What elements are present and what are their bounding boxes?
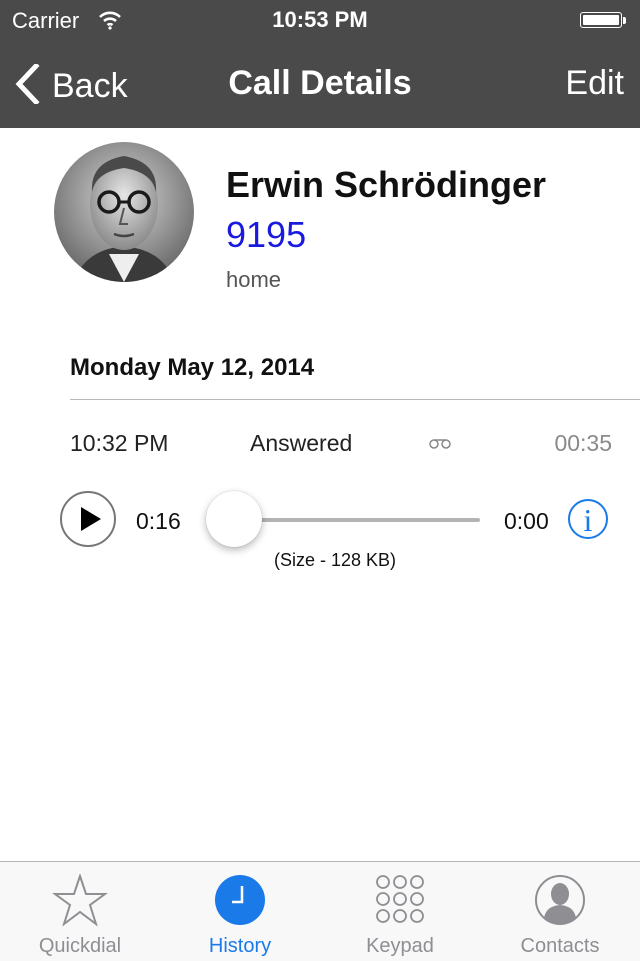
playback-slider-track[interactable] [234,518,480,522]
info-button[interactable]: i [568,499,608,539]
battery-tip [623,17,626,24]
tab-label: Quickdial [38,935,122,957]
status-time: 10:53 PM [272,7,368,32]
remaining-time: 0:00 [504,508,549,534]
star-icon [52,874,108,926]
call-status: Answered [250,430,353,456]
tab-history[interactable]: History [160,862,320,961]
contact-name: Erwin Schrödinger [226,164,547,205]
tab-quickdial[interactable]: Quickdial [0,862,160,961]
battery-icon [580,12,622,28]
play-button[interactable] [60,491,116,547]
call-date-header: Monday May 12, 2014 [70,354,315,381]
back-label: Back [52,67,128,105]
keypad-icon [376,875,424,923]
voicemail-icon [429,437,451,455]
contact-icon [535,875,585,925]
call-duration: 00:35 [554,430,612,456]
tab-label: History [208,935,272,957]
avatar [54,142,194,282]
contact-number-link[interactable]: 9195 [226,214,306,256]
call-time: 10:32 PM [70,430,169,456]
top-bar: Carrier 10:53 PM Back Call Details Edit [0,0,640,128]
divider [70,399,640,400]
navigation-bar: Back Call Details Edit [0,40,640,128]
chevron-left-icon [14,62,40,109]
number-type-label: home [226,267,282,292]
file-size-label: (Size - 128 KB) [274,550,397,570]
status-bar: Carrier 10:53 PM [0,0,640,40]
tab-keypad[interactable]: Keypad [320,862,480,961]
elapsed-time: 0:16 [136,508,181,534]
back-button[interactable]: Back [14,62,128,109]
play-icon [81,507,101,531]
tab-label: Contacts [520,935,600,957]
edit-button[interactable]: Edit [565,64,624,103]
clock-icon [215,875,265,925]
playback-slider-thumb[interactable] [206,491,262,547]
tab-bar: Quickdial History Keypad Contacts [0,861,640,961]
tab-contacts[interactable]: Contacts [480,862,640,961]
tab-label: Keypad [366,935,434,957]
